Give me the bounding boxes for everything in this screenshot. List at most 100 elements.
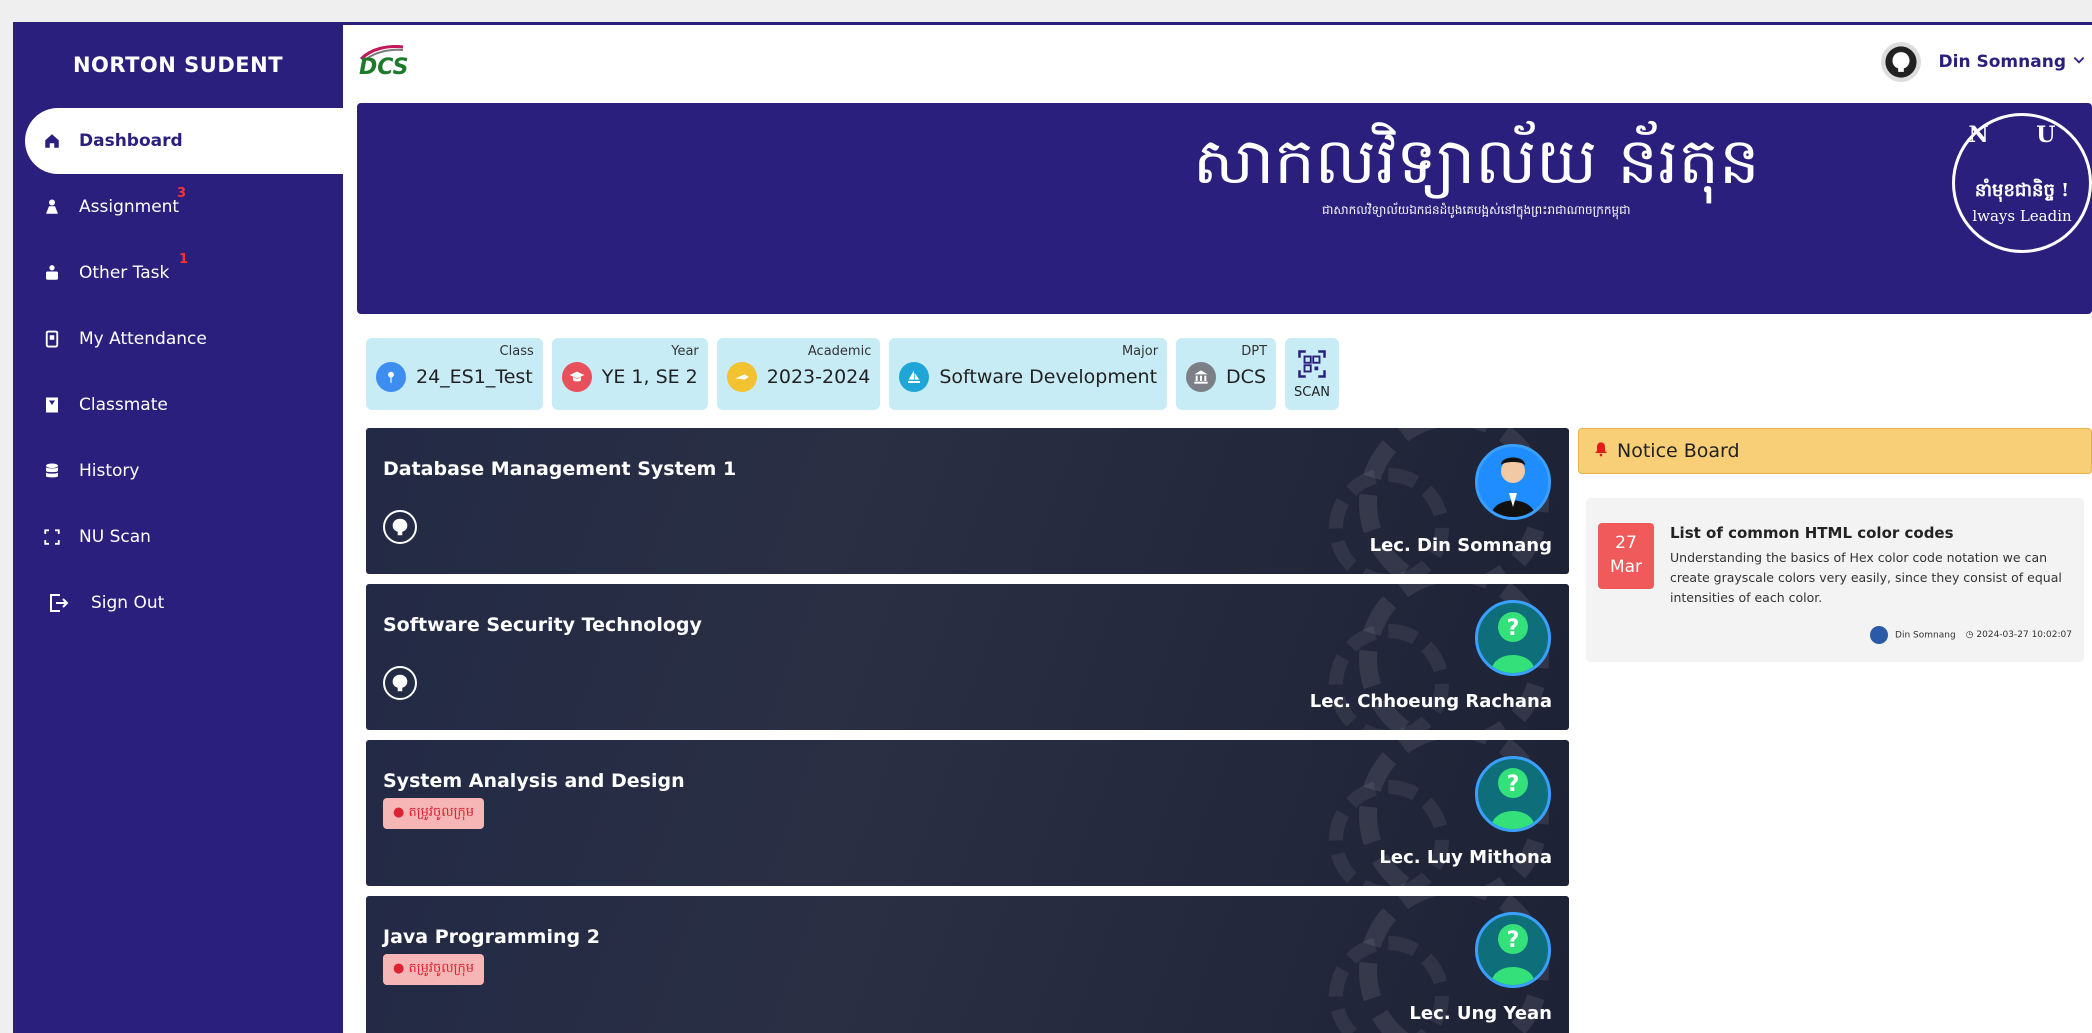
sidebar-item-nu-scan[interactable]: NU Scan [13, 504, 343, 570]
tag-label: តម្រូវចូលក្រុម [408, 805, 474, 820]
sidebar-item-classmate[interactable]: Classmate [13, 372, 343, 438]
course-card[interactable]: Software Security Technology ? Lec. Chho… [366, 584, 1569, 730]
unknown-user-icon: ? [1475, 756, 1551, 832]
student-info-chips: Class 24_ES1_Test Year YE 1, SE 2 Academ… [366, 338, 1340, 410]
chip-caption: Year [671, 344, 699, 359]
scan-icon [41, 526, 63, 548]
lecturer-name: Lec. Luy Mithona [1379, 847, 1552, 868]
lecturer-name: Lec. Ung Yean [1409, 1003, 1552, 1024]
sidebar-item-history[interactable]: History [13, 438, 343, 504]
chip-value: 24_ES1_Test [416, 366, 533, 388]
notice-month: Mar [1609, 557, 1643, 577]
sidebar-item-sign-out[interactable]: Sign Out [13, 570, 343, 636]
user-name: Din Somnang [1938, 52, 2066, 72]
lecturer-name: Lec. Din Somnang [1369, 535, 1552, 556]
task-icon [41, 262, 63, 284]
home-icon [41, 130, 63, 152]
github-icon[interactable] [383, 510, 417, 544]
notice-board-header: Notice Board [1578, 428, 2092, 474]
top-bar: DCS Din Somnang [343, 25, 2092, 99]
chip-caption: Academic [807, 344, 872, 359]
sidebar-item-label: History [79, 461, 140, 481]
author-name: Din Somnang [1895, 630, 1956, 641]
sidebar-item-label: Classmate [79, 395, 168, 415]
class-chip[interactable]: Class 24_ES1_Test [366, 338, 543, 410]
svg-text:?: ? [1507, 772, 1520, 797]
year-chip[interactable]: Year YE 1, SE 2 [551, 338, 708, 410]
notice-board: Notice Board 27 Mar List of common HTML … [1578, 428, 2092, 662]
academic-chip[interactable]: Academic 2023-2024 [716, 338, 881, 410]
course-title: System Analysis and Design [383, 770, 685, 792]
main-content: DCS Din Somnang សាកលវិទ្យាល័យ ន័រតុន ជាស… [343, 22, 2092, 1033]
sidebar-item-dashboard[interactable]: Dashboard [25, 108, 343, 174]
seal-english-text: lways Leadin [1972, 207, 2072, 225]
university-banner: សាកលវិទ្យាល័យ ន័រតុន ជាសាកលវិទ្យាល័យឯកជន… [357, 103, 2092, 314]
notice-date: 27 Mar [1598, 523, 1654, 589]
banner-title: សាកលវិទ្យាល័យ ន័រតុន [1193, 125, 1760, 199]
clock-icon: ◷ [1965, 630, 1974, 640]
chip-value: YE 1, SE 2 [601, 366, 698, 388]
sidebar-item-label: Dashboard [79, 131, 183, 151]
join-group-required-tag[interactable]: ● តម្រូវចូលក្រុម [383, 798, 484, 829]
classmate-icon [41, 394, 63, 416]
alert-icon: ● [393, 961, 405, 976]
sidebar-brand: NORTON SUDENT [72, 53, 284, 77]
svg-text:?: ? [1507, 928, 1520, 953]
join-group-required-tag[interactable]: ● តម្រូវចូលក្រុម [383, 954, 484, 985]
notice-text: Understanding the basics of Hex color co… [1670, 550, 2062, 605]
bell-icon [1593, 440, 1609, 462]
seal-top-text: N U [1968, 122, 2076, 148]
lecturer-name: Lec. Chhoeung Rachana [1309, 691, 1552, 712]
course-title: Software Security Technology [383, 614, 702, 636]
qr-code-icon [1297, 349, 1327, 383]
sidebar-item-label: NU Scan [79, 527, 151, 547]
database-icon [41, 460, 63, 482]
major-chip[interactable]: Major Software Development [889, 338, 1168, 410]
sidebar-item-assignment[interactable]: Assignment 3 [13, 174, 343, 240]
sidebar-item-label: Assignment [79, 197, 180, 217]
notice-meta: Din Somnang ◷ 2024-03-27 10:02:07 [1670, 626, 2072, 644]
chip-caption: DPT [1241, 344, 1268, 359]
logo-text: DCS [359, 54, 409, 80]
notice-item[interactable]: 27 Mar List of common HTML color codes U… [1586, 498, 2084, 662]
other-task-count-badge: 1 [179, 252, 189, 267]
sidebar-item-label: Sign Out [91, 593, 165, 613]
course-card[interactable]: Java Programming 2 ● តម្រូវចូលក្រុម ? Le… [366, 896, 1569, 1033]
notice-title: List of common HTML color codes [1670, 524, 1954, 542]
course-title: Java Programming 2 [383, 926, 600, 948]
graduation-cap-icon [561, 362, 592, 392]
course-title: Database Management System 1 [383, 458, 737, 480]
notice-board-title: Notice Board [1617, 440, 1740, 462]
department-chip[interactable]: DPT DCS [1176, 338, 1277, 410]
chip-value: Software Development [939, 366, 1158, 388]
sailboat-icon [899, 362, 930, 392]
svg-text:?: ? [1507, 616, 1520, 641]
course-card[interactable]: Database Management System 1 Lec. Din So… [366, 428, 1569, 574]
attendance-icon [41, 328, 63, 350]
assignment-icon [41, 196, 63, 218]
user-menu[interactable]: Din Somnang [1880, 42, 2086, 82]
chip-caption: Major [1121, 344, 1159, 359]
chip-caption: Class [499, 344, 534, 359]
course-card[interactable]: System Analysis and Design ● តម្រូវចូលក្… [366, 740, 1569, 886]
chip-value: DCS [1226, 366, 1267, 388]
course-list: Database Management System 1 Lec. Din So… [366, 428, 1569, 1033]
notice-author: Din Somnang [1870, 626, 1956, 644]
lecturer-photo [1475, 444, 1551, 520]
alert-icon: ● [393, 805, 405, 820]
notice-time: ◷ 2024-03-27 10:02:07 [1966, 630, 2072, 640]
sign-out-icon [45, 592, 71, 614]
university-seal: N U នាំមុខជានិច្ច ! lways Leadin [1952, 113, 2092, 253]
github-icon[interactable] [383, 666, 417, 700]
dcs-logo[interactable]: DCS [359, 44, 409, 80]
sidebar-item-other-task[interactable]: Other Task 1 [13, 240, 343, 306]
sidebar-item-label: Other Task [79, 263, 170, 283]
unknown-user-icon: ? [1475, 912, 1551, 988]
sidebar: NORTON SUDENT Dashboard Assignment 3 Oth… [13, 22, 343, 1033]
sidebar-item-my-attendance[interactable]: My Attendance [13, 306, 343, 372]
banner-subtitle: ជាសាកលវិទ្យាល័យឯកជនដំបូងគេបង្អស់នៅក្នុងព… [1322, 203, 1631, 217]
sidebar-item-label: My Attendance [79, 329, 207, 349]
tag-label: តម្រូវចូលក្រុម [408, 961, 474, 976]
building-icon [1186, 362, 1217, 392]
scan-button[interactable]: SCAN [1285, 338, 1340, 410]
